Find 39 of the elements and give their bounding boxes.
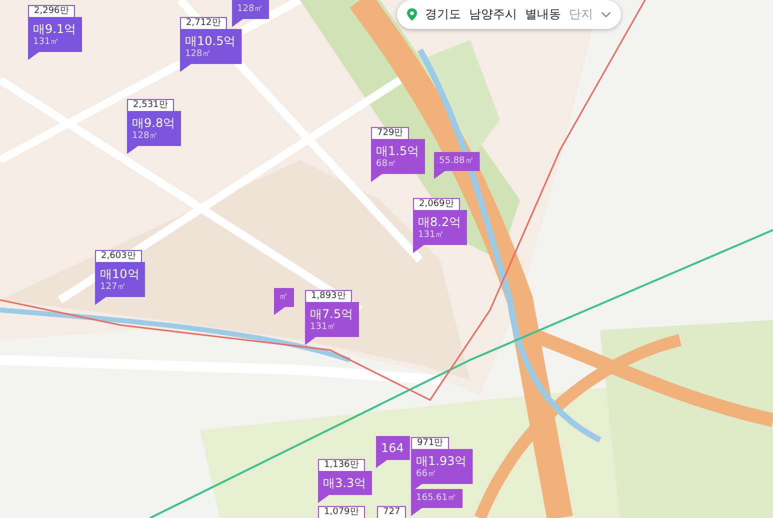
sale-price: 매10억	[100, 266, 140, 282]
chevron-down-icon[interactable]	[601, 10, 611, 18]
price-per-pyeong-label: 1,893만	[305, 290, 352, 303]
price-per-pyeong-label: 2,531만	[127, 99, 174, 112]
sale-price: 매10.5억	[185, 33, 236, 49]
sale-price: 매7.5억	[310, 306, 354, 322]
price-per-pyeong-label: 2,712만	[180, 17, 227, 30]
price-per-pyeong-label: 2,069만	[413, 198, 460, 211]
sale-price: 매9.8억	[132, 115, 176, 131]
sale-price: 매1.5억	[376, 143, 420, 159]
location-pin-icon	[407, 7, 417, 22]
breadcrumb-item[interactable]: 별내동	[525, 6, 561, 23]
price-per-pyeong-label: 729만	[371, 127, 410, 140]
area-label: 131㎡	[33, 37, 60, 48]
sale-price: 매8.2억	[418, 214, 462, 230]
breadcrumb-item[interactable]: 경기도	[425, 6, 461, 23]
area-label: 128㎡	[237, 4, 264, 15]
price-per-pyeong-label: 2,603만	[95, 250, 142, 263]
area-label: 55.88㎡	[439, 156, 474, 167]
sale-price: 매9.1억	[33, 21, 76, 37]
breadcrumb-item[interactable]: 단지	[569, 6, 593, 23]
area-label: 128㎡	[132, 131, 160, 142]
area-label: 68㎡	[376, 159, 398, 170]
price-per-pyeong-label: 1,136만	[318, 459, 365, 472]
area-label: 131㎡	[310, 322, 338, 333]
price-per-pyeong-label: 727	[377, 506, 406, 518]
area-label: 165.61㎡	[416, 493, 456, 504]
area-label: 128㎡	[185, 49, 212, 60]
area-label: ㎡	[279, 292, 288, 303]
price-per-pyeong-label: 971만	[411, 437, 450, 450]
sale-price: 164	[381, 440, 404, 456]
area-label: 127㎡	[100, 282, 128, 293]
sale-price: 매1.93억	[416, 453, 467, 469]
area-label: 131㎡	[418, 230, 446, 241]
price-per-pyeong-label: 2,296만	[28, 5, 75, 18]
area-label: 66㎡	[416, 469, 438, 480]
breadcrumb-item[interactable]: 남양주시	[469, 6, 517, 23]
price-per-pyeong-label: 1,079만	[318, 506, 365, 518]
sale-price: 매3.3억	[323, 475, 366, 491]
